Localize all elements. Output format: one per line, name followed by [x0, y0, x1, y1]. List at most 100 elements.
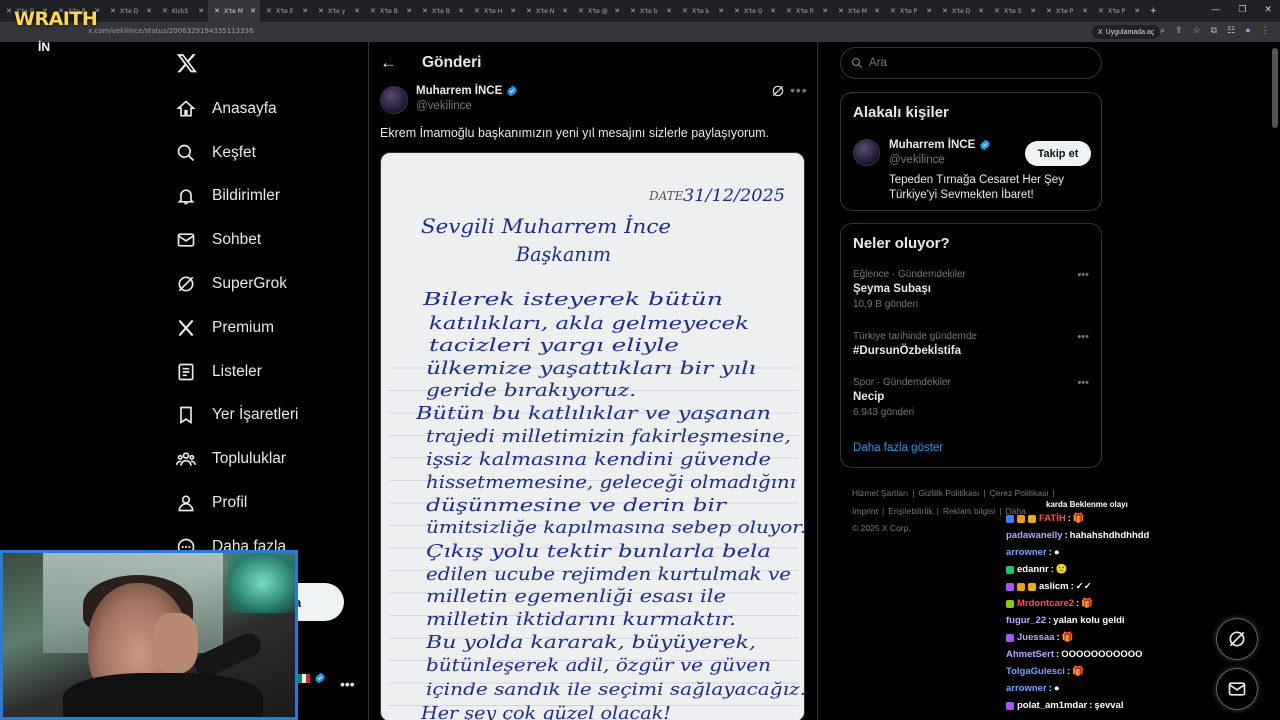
browser-tab[interactable]: ✕ X'te M ✕: [832, 0, 884, 22]
nav-item-supergrok[interactable]: SuperGrok: [176, 262, 298, 306]
tab-close-icon[interactable]: ✕: [250, 7, 256, 15]
author-handle[interactable]: @vekilince: [416, 100, 472, 112]
related-handle[interactable]: @vekilince: [889, 154, 945, 166]
nav-item-label: Profil: [212, 494, 248, 512]
related-name[interactable]: Muharrem İNCE: [889, 139, 991, 151]
open-in-app-pill[interactable]: X Uygulamada aç: [1092, 25, 1161, 39]
post-button[interactable]: a: [290, 583, 344, 621]
url-text[interactable]: x.com/vekilince/status/20063291943351133…: [88, 27, 253, 35]
scrollbar[interactable]: [1272, 48, 1278, 128]
trend-item[interactable]: Eğlence · Gündemdekiler Şeyma Subaşı 10,…: [853, 269, 1091, 310]
related-avatar[interactable]: [853, 139, 880, 166]
browser-tab[interactable]: ✕ X'te D ✕: [936, 0, 988, 22]
browser-tab[interactable]: ✕ X'te H ✕: [468, 0, 520, 22]
tab-close-icon[interactable]: ✕: [458, 7, 464, 15]
profile-icon[interactable]: ●: [1245, 25, 1250, 36]
tab-close-icon[interactable]: ✕: [1134, 7, 1140, 15]
browser-tab[interactable]: ✕ X'te k ✕: [676, 0, 728, 22]
new-tab-icon[interactable]: +: [1150, 5, 1156, 17]
zoom-icon[interactable]: ⌕: [1160, 25, 1165, 36]
nav-item-ke-fet[interactable]: Keşfet: [176, 131, 298, 175]
browser-tab[interactable]: ✕ X'te D ✕: [104, 0, 156, 22]
tab-close-icon[interactable]: ✕: [874, 7, 880, 15]
nav-item-yer-i-aretleri[interactable]: Yer İşaretleri: [176, 394, 298, 438]
post-more-icon[interactable]: •••: [790, 82, 808, 98]
footer-link[interactable]: Çerez Politikası: [990, 488, 1049, 498]
tab-close-icon[interactable]: ✕: [666, 7, 672, 15]
author-name[interactable]: Muharrem İNCE: [416, 85, 518, 97]
tab-close-icon[interactable]: ✕: [926, 7, 932, 15]
browser-tab[interactable]: ✕ X'te b ✕: [624, 0, 676, 22]
star-icon[interactable]: ☆: [1193, 25, 1201, 36]
chat-separator: :: [1076, 598, 1080, 609]
tab-close-icon[interactable]: ✕: [718, 7, 724, 15]
browser-tab[interactable]: ✕ X'te E ✕: [260, 0, 312, 22]
share-icon[interactable]: ⇪: [1175, 25, 1183, 36]
search-input[interactable]: [869, 57, 1069, 69]
author-avatar[interactable]: [380, 86, 408, 114]
tab-close-icon[interactable]: ✕: [354, 7, 360, 15]
browser-tab[interactable]: ✕ X'te O ✕: [728, 0, 780, 22]
sidebar-icon[interactable]: ☷: [1227, 25, 1235, 36]
tab-close-icon[interactable]: ✕: [1030, 7, 1036, 15]
browser-tab[interactable]: ✕ X'te P ✕: [1092, 0, 1144, 22]
grok-icon[interactable]: [771, 84, 785, 98]
search-box[interactable]: [840, 47, 1102, 79]
extensions-icon[interactable]: ⧉: [1211, 25, 1217, 36]
browser-tab[interactable]: ✕ X'te B ✕: [364, 0, 416, 22]
nav-item-profil[interactable]: Profil: [176, 481, 298, 525]
menu-icon[interactable]: ⋮: [1261, 25, 1270, 36]
browser-tab[interactable]: ✕ X'te R ✕: [780, 0, 832, 22]
messages-fab[interactable]: [1216, 668, 1258, 710]
browser-tab[interactable]: ✕ X'te y ✕: [312, 0, 364, 22]
minimize-icon[interactable]: —: [1211, 4, 1220, 15]
grok-fab[interactable]: [1216, 618, 1258, 660]
footer-link[interactable]: Gizlilik Politikası: [918, 488, 979, 498]
tab-close-icon[interactable]: ✕: [198, 7, 204, 15]
nav-item-bildirimler[interactable]: Bildirimler: [176, 175, 298, 219]
browser-tab[interactable]: ✕ X'te @ ✕: [572, 0, 624, 22]
footer-link[interactable]: Imprint: [852, 506, 878, 516]
tab-close-icon[interactable]: ✕: [302, 7, 308, 15]
tab-close-icon[interactable]: ✕: [770, 7, 776, 15]
nav-item-premium[interactable]: Premium: [176, 306, 298, 350]
nav-item-anasayfa[interactable]: Anasayfa: [176, 87, 298, 131]
tab-close-icon[interactable]: ✕: [978, 7, 984, 15]
footer-link[interactable]: Erişilebilirlik: [888, 506, 932, 516]
browser-tab[interactable]: ✕ X'te P ✕: [1040, 0, 1092, 22]
trend-more-icon[interactable]: •••: [1077, 269, 1089, 281]
browser-tab[interactable]: ✕ X'te M ✕: [208, 0, 260, 22]
account-more-icon[interactable]: •••: [340, 676, 355, 692]
account-switcher[interactable]: [298, 672, 326, 684]
nav-item-sohbet[interactable]: Sohbet: [176, 218, 298, 262]
footer-link[interactable]: Reklam bilgisi: [943, 506, 995, 516]
tab-close-icon[interactable]: ✕: [406, 7, 412, 15]
browser-tab[interactable]: ✕ X'te N ✕: [520, 0, 572, 22]
tab-close-icon[interactable]: ✕: [1082, 7, 1088, 15]
tab-close-icon[interactable]: ✕: [822, 7, 828, 15]
trend-item[interactable]: Spor · Gündemdekiler Necip 6.943 gönderi…: [853, 377, 1091, 418]
trend-more-icon[interactable]: •••: [1077, 377, 1089, 389]
browser-tab[interactable]: ✕ X'te P ✕: [884, 0, 936, 22]
trend-count: 10,9 B gönderi: [853, 299, 919, 310]
close-window-icon[interactable]: ✕: [1264, 4, 1272, 15]
nav-item-topluluklar[interactable]: Topluluklar: [176, 437, 298, 481]
maximize-icon[interactable]: ❐: [1238, 4, 1246, 15]
tab-close-icon[interactable]: ✕: [510, 7, 516, 15]
trend-item[interactable]: Türkiye tarihinde gündemde #DursunÖzbekİ…: [853, 331, 1091, 357]
nav-item-listeler[interactable]: Listeler: [176, 350, 298, 394]
browser-tab[interactable]: ✕ X'te S ✕: [988, 0, 1040, 22]
tab-close-icon[interactable]: ✕: [146, 7, 152, 15]
back-arrow-icon[interactable]: ←: [380, 53, 397, 73]
footer-link[interactable]: Hizmet Şartları: [852, 488, 908, 498]
browser-tab[interactable]: ✕ X'te B ✕: [416, 0, 468, 22]
chat-username: arrowner: [1006, 547, 1047, 558]
trend-more-icon[interactable]: •••: [1077, 331, 1089, 343]
follow-button[interactable]: Takip et: [1025, 141, 1091, 166]
tab-close-icon[interactable]: ✕: [562, 7, 568, 15]
browser-tab[interactable]: ✕ KickS ✕: [156, 0, 208, 22]
tab-close-icon[interactable]: ✕: [614, 7, 620, 15]
show-more-link[interactable]: Daha fazla göster: [853, 442, 943, 454]
x-logo-icon[interactable]: [176, 52, 198, 74]
post-image-letter[interactable]: DATE 31/12/2025 Sevgili Muharrem İnce Başka…: [380, 152, 805, 720]
